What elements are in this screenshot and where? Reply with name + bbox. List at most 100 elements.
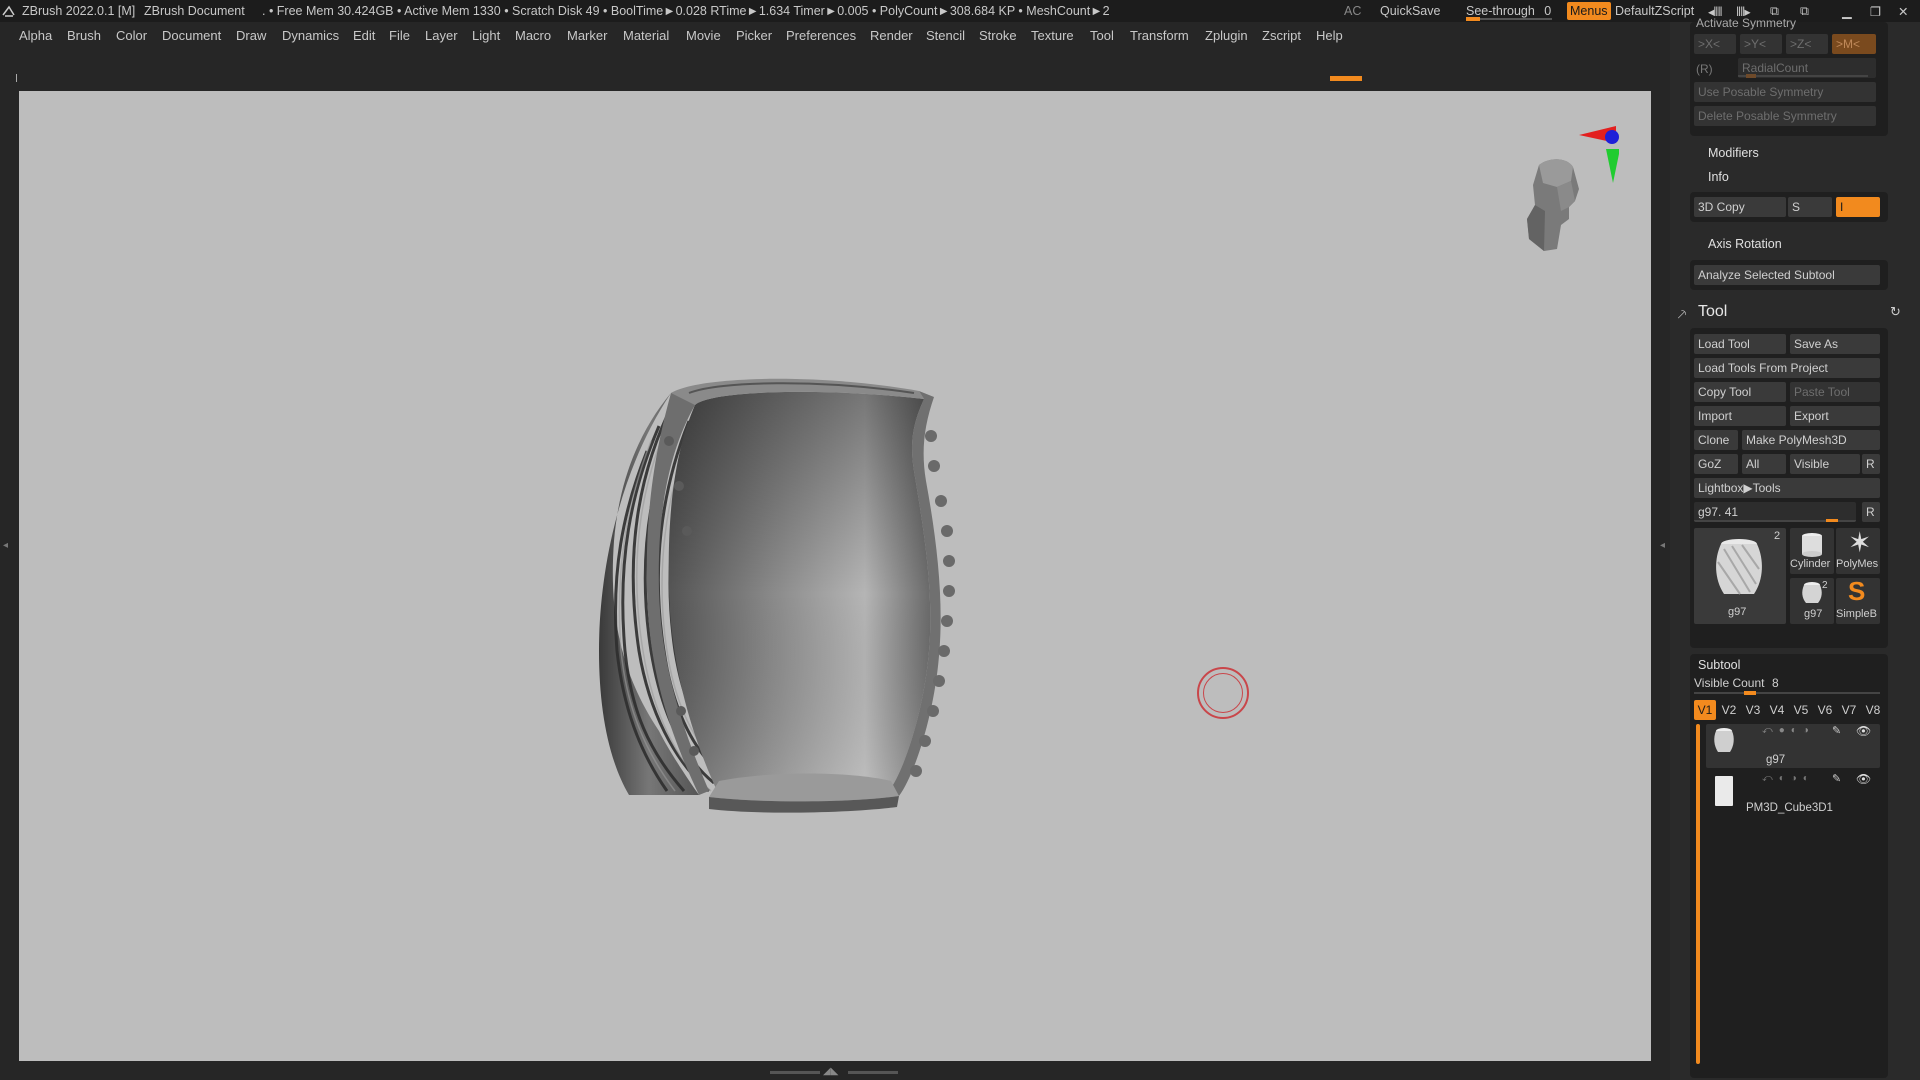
subtool-header[interactable]: Subtool [1698, 658, 1740, 672]
version-tab-v4[interactable]: V4 [1766, 700, 1788, 720]
goz-button[interactable]: GoZ [1694, 454, 1738, 474]
menu-document[interactable]: Document [162, 28, 221, 43]
subtool-brush-icon[interactable]: ✎ [1832, 772, 1841, 785]
palette-float-icon[interactable]: ⧉ [1800, 4, 1809, 19]
version-tab-v5[interactable]: V5 [1790, 700, 1812, 720]
tool-thumb-cylinder[interactable]: Cylinder [1790, 528, 1834, 574]
tray-toggle-icon[interactable]: ◢◣ [823, 1066, 838, 1077]
subtool-item-g97[interactable]: ⤺●◐◑ ✎ 👁 g97 [1706, 724, 1880, 768]
menu-marker[interactable]: Marker [567, 28, 607, 43]
subtool-eye-icon[interactable]: 👁 [1856, 772, 1871, 786]
subtool-item-pm3d-cube[interactable]: ⤺◐◑◐ ✎ 👁 PM3D_Cube3D1 [1706, 772, 1880, 816]
version-tab-v1[interactable]: V1 [1694, 700, 1716, 720]
quicksave-button[interactable]: QuickSave [1380, 4, 1440, 18]
menu-texture[interactable]: Texture [1031, 28, 1074, 43]
analyze-selected-subtool-button[interactable]: Analyze Selected Subtool [1694, 265, 1880, 285]
subtool-item-icons[interactable]: ⤺◐◑◐ [1762, 773, 1815, 784]
subtool-eye-icon[interactable]: 👁 [1856, 724, 1871, 738]
subtool-item-icons[interactable]: ⤺●◐◑ [1762, 725, 1815, 736]
tool-thumb-g97-small[interactable]: 2 g97 [1790, 578, 1834, 624]
menu-zplugin[interactable]: Zplugin [1205, 28, 1248, 43]
menu-transform[interactable]: Transform [1130, 28, 1189, 43]
visible-count-slider[interactable]: Visible Count 8 [1694, 676, 1880, 695]
goz-r-button[interactable]: R [1862, 454, 1880, 474]
tool-thumb-g97-main[interactable]: 2 g97 [1694, 528, 1786, 624]
export-button[interactable]: Export [1790, 406, 1880, 426]
version-tab-v3[interactable]: V3 [1742, 700, 1764, 720]
import-button[interactable]: Import [1694, 406, 1786, 426]
version-tab-v8[interactable]: V8 [1862, 700, 1884, 720]
simplebrush-thumb-icon: S [1848, 578, 1866, 606]
menu-edit[interactable]: Edit [353, 28, 375, 43]
default-zscript-button[interactable]: DefaultZScript [1615, 4, 1694, 18]
refresh-icon[interactable]: ↻ [1890, 304, 1901, 320]
menu-macro[interactable]: Macro [515, 28, 551, 43]
menu-alpha[interactable]: Alpha [19, 28, 52, 43]
menu-color[interactable]: Color [116, 28, 147, 43]
symmetry-x-button[interactable]: >X< [1694, 34, 1736, 54]
i-button[interactable]: I [1836, 197, 1880, 217]
version-tab-v6[interactable]: V6 [1814, 700, 1836, 720]
goz-all-button[interactable]: All [1742, 454, 1786, 474]
restore-icon[interactable]: ❐ [1870, 4, 1881, 19]
symmetry-m-button[interactable]: >M< [1832, 34, 1876, 54]
use-posable-symmetry-button[interactable]: Use Posable Symmetry [1694, 82, 1876, 102]
menu-draw[interactable]: Draw [236, 28, 266, 43]
menu-stroke[interactable]: Stroke [979, 28, 1017, 43]
bottom-tray-handle[interactable]: ◢◣ [0, 1065, 1680, 1080]
menu-render[interactable]: Render [870, 28, 913, 43]
activate-symmetry-button[interactable]: Activate Symmetry [1696, 16, 1796, 30]
menu-light[interactable]: Light [472, 28, 500, 43]
menu-preferences[interactable]: Preferences [786, 28, 856, 43]
tool-thumb-polymesh[interactable]: ✶ PolyMes [1836, 528, 1880, 574]
tool-thumb-simpleb[interactable]: S SimpleB [1836, 578, 1880, 624]
current-tool-r-button[interactable]: R [1862, 502, 1880, 522]
make-polymesh3d-button[interactable]: Make PolyMesh3D [1742, 430, 1880, 450]
right-tray-divider[interactable]: ◂ [1660, 490, 1670, 610]
info-header[interactable]: Info [1708, 170, 1729, 184]
left-tray-handle[interactable]: ◂ [0, 490, 10, 610]
close-icon[interactable]: ✕ [1898, 4, 1908, 19]
menu-movie[interactable]: Movie [686, 28, 721, 43]
see-through-label: See-through [1466, 4, 1535, 18]
menu-dynamics[interactable]: Dynamics [282, 28, 339, 43]
version-tab-v7[interactable]: V7 [1838, 700, 1860, 720]
current-tool-slider[interactable]: g97. 41 [1694, 502, 1856, 522]
lightbox-tools-button[interactable]: Lightbox▶Tools [1694, 478, 1880, 498]
see-through-slider[interactable]: See-through 0 [1466, 4, 1552, 21]
menu-picker[interactable]: Picker [736, 28, 772, 43]
paste-tool-button[interactable]: Paste Tool [1790, 382, 1880, 402]
modifiers-header[interactable]: Modifiers [1708, 146, 1759, 160]
menu-layer[interactable]: Layer [425, 28, 458, 43]
3d-copy-button[interactable]: 3D Copy [1694, 197, 1786, 217]
delete-posable-symmetry-button[interactable]: Delete Posable Symmetry [1694, 106, 1876, 126]
subtool-brush-icon[interactable]: ✎ [1832, 724, 1841, 737]
menu-material[interactable]: Material [623, 28, 669, 43]
menu-stencil[interactable]: Stencil [926, 28, 965, 43]
radialcount-slider[interactable]: RadialCount [1738, 58, 1876, 78]
copy-tool-button[interactable]: Copy Tool [1694, 382, 1786, 402]
load-tool-button[interactable]: Load Tool [1694, 334, 1786, 354]
document-canvas[interactable] [19, 91, 1651, 1061]
menu-file[interactable]: File [389, 28, 410, 43]
menu-help[interactable]: Help [1316, 28, 1343, 43]
load-tools-from-project-button[interactable]: Load Tools From Project [1694, 358, 1880, 378]
subtool-scrollbar[interactable] [1696, 724, 1700, 1064]
ac-button[interactable]: AC [1344, 4, 1361, 18]
navigation-head-gizmo[interactable] [1499, 121, 1620, 276]
radial-r-button[interactable]: (R) [1696, 62, 1713, 76]
s-button[interactable]: S [1788, 197, 1832, 217]
save-as-button[interactable]: Save As [1790, 334, 1880, 354]
tool-palette-title[interactable]: Tool [1698, 303, 1727, 321]
clone-button[interactable]: Clone [1694, 430, 1738, 450]
axis-rotation-header[interactable]: Axis Rotation [1708, 237, 1782, 251]
version-tab-v2[interactable]: V2 [1718, 700, 1740, 720]
symmetry-y-button[interactable]: >Y< [1740, 34, 1782, 54]
goz-visible-button[interactable]: Visible [1790, 454, 1860, 474]
symmetry-z-button[interactable]: >Z< [1786, 34, 1828, 54]
menu-zscript[interactable]: Zscript [1262, 28, 1301, 43]
menu-brush[interactable]: Brush [67, 28, 101, 43]
minimize-icon[interactable]: ▁ [1842, 4, 1852, 19]
menus-button[interactable]: Menus [1567, 2, 1611, 20]
menu-tool[interactable]: Tool [1090, 28, 1114, 43]
